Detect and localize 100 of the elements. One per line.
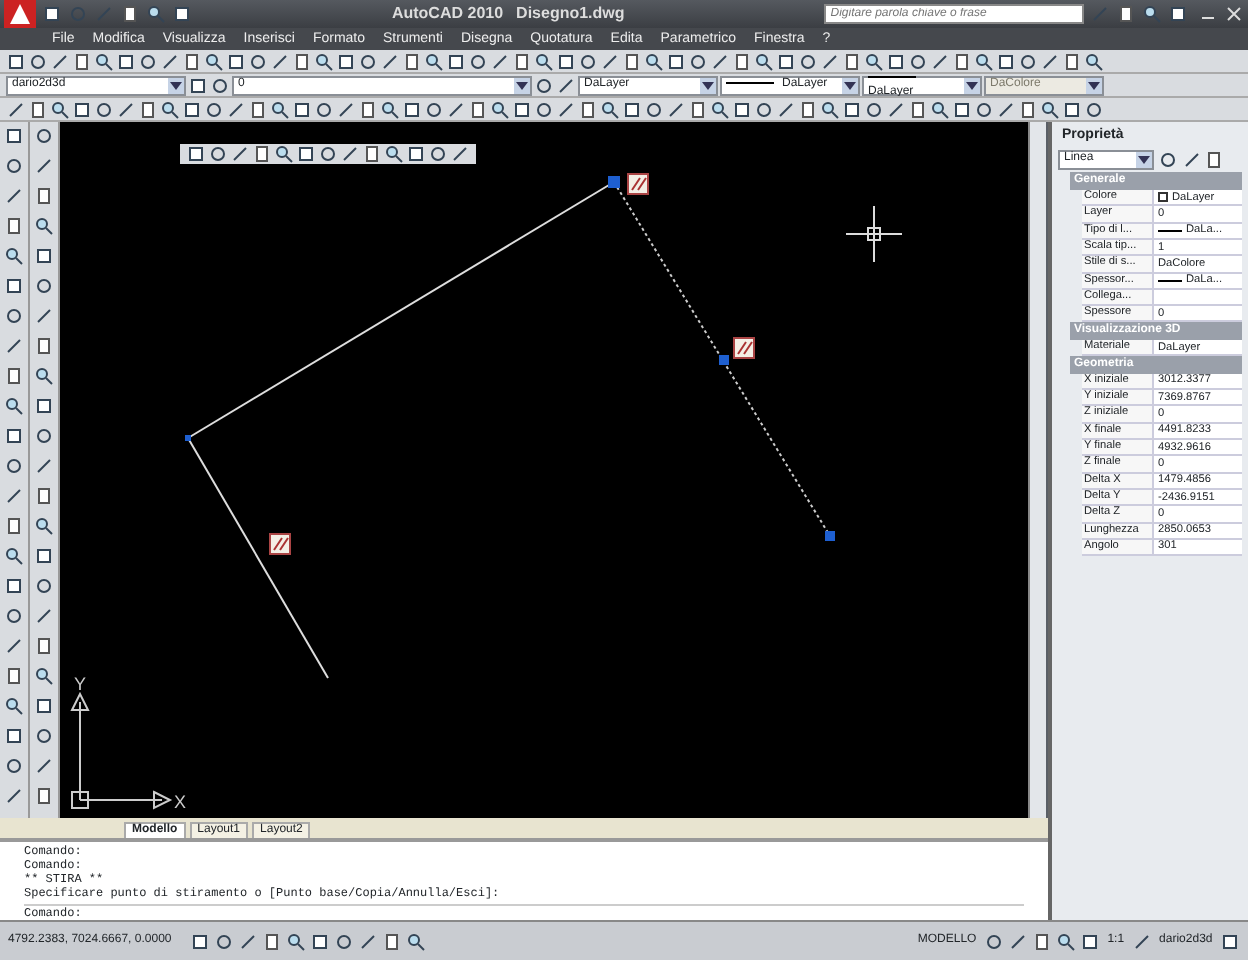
circle-icon[interactable] [4,456,24,476]
circle-icon[interactable] [34,426,54,446]
line-icon[interactable] [50,51,70,71]
magnifier-icon[interactable] [34,366,54,386]
magnifier-icon[interactable] [160,99,180,119]
magnifier-icon[interactable] [384,144,404,164]
page-icon[interactable] [138,99,158,119]
square-icon[interactable] [556,51,576,71]
square-icon[interactable] [34,696,54,716]
line-icon[interactable] [230,144,250,164]
magnifier-icon[interactable] [754,51,774,71]
vertical-scrollbar[interactable] [1028,122,1046,818]
square-icon[interactable] [996,51,1016,71]
square-icon[interactable] [6,51,26,71]
circle-icon[interactable] [1084,99,1104,119]
page-icon[interactable] [248,99,268,119]
page-icon[interactable] [468,99,488,119]
magnifier-icon[interactable] [34,516,54,536]
page-icon[interactable] [182,51,202,71]
page-icon[interactable] [1062,51,1082,71]
line-icon[interactable] [34,756,54,776]
square-icon[interactable] [4,126,24,146]
page-icon[interactable] [1018,99,1038,119]
circle-icon[interactable] [34,726,54,746]
line-icon[interactable] [34,456,54,476]
line-icon[interactable] [336,99,356,119]
page-icon[interactable] [1204,149,1225,170]
magnifier-icon[interactable] [1142,4,1163,24]
circle-icon[interactable] [4,156,24,176]
line-icon[interactable] [886,99,906,119]
magnifier-icon[interactable] [314,51,334,71]
circle-icon[interactable] [798,51,818,71]
square-icon[interactable] [1220,931,1240,951]
square-icon[interactable] [188,75,208,95]
circle-icon[interactable] [1018,51,1038,71]
magnifier-icon[interactable] [930,99,950,119]
line-icon[interactable] [237,931,258,951]
magnifier-icon[interactable] [380,99,400,119]
square-icon[interactable] [296,144,316,164]
line-icon[interactable] [6,99,26,119]
circle-icon[interactable] [314,99,334,119]
line-icon[interactable] [340,144,360,164]
square-icon[interactable] [4,726,24,746]
circle-icon[interactable] [1157,149,1178,170]
page-icon[interactable] [1031,931,1052,951]
page-icon[interactable] [261,931,282,951]
circle-icon[interactable] [204,99,224,119]
circle-icon[interactable] [210,75,230,95]
magnifier-icon[interactable] [4,696,24,716]
page-icon[interactable] [252,144,272,164]
square-icon[interactable] [886,51,906,71]
square-icon[interactable] [226,51,246,71]
magnifier-icon[interactable] [94,51,114,71]
square-icon[interactable] [402,99,422,119]
page-icon[interactable] [688,99,708,119]
square-icon[interactable] [116,51,136,71]
page-icon[interactable] [72,51,92,71]
square-icon[interactable] [952,99,972,119]
page-icon[interactable] [512,51,532,71]
circle-icon[interactable] [424,99,444,119]
magnifier-icon[interactable] [274,144,294,164]
magnifier-icon[interactable] [600,99,620,119]
magnifier-icon[interactable] [4,546,24,566]
page-icon[interactable] [28,99,48,119]
page-icon[interactable] [798,99,818,119]
caret-icon[interactable] [964,77,980,93]
square-icon[interactable] [34,246,54,266]
magnifier-icon[interactable] [864,51,884,71]
line-icon[interactable] [1040,51,1060,71]
caret-icon[interactable] [514,77,530,93]
circle-icon[interactable] [34,576,54,596]
circle-icon[interactable] [468,51,488,71]
circle-icon[interactable] [318,144,338,164]
line-icon[interactable] [450,144,470,164]
circle-icon[interactable] [983,931,1004,951]
page-icon[interactable] [402,51,422,71]
circle-icon[interactable] [138,51,158,71]
page-icon[interactable] [842,51,862,71]
page-icon[interactable] [578,99,598,119]
line-icon[interactable] [4,186,24,206]
circle-icon[interactable] [578,51,598,71]
square-icon[interactable] [34,546,54,566]
circle-icon[interactable] [28,51,48,71]
line-icon[interactable] [930,51,950,71]
magnifier-icon[interactable] [490,99,510,119]
square-icon[interactable] [1062,99,1082,119]
line-icon[interactable] [446,99,466,119]
magnifier-icon[interactable] [534,51,554,71]
square-icon[interactable] [4,426,24,446]
circle-icon[interactable] [94,99,114,119]
square-icon[interactable] [446,51,466,71]
magnifier-icon[interactable] [270,99,290,119]
circle-icon[interactable] [213,931,234,951]
circle-icon[interactable] [754,99,774,119]
circle-icon[interactable] [34,126,54,146]
app-menu-button[interactable] [4,0,36,28]
square-icon[interactable] [1168,4,1189,24]
square-icon[interactable] [34,396,54,416]
magnifier-icon[interactable] [204,51,224,71]
square-icon[interactable] [172,4,192,24]
